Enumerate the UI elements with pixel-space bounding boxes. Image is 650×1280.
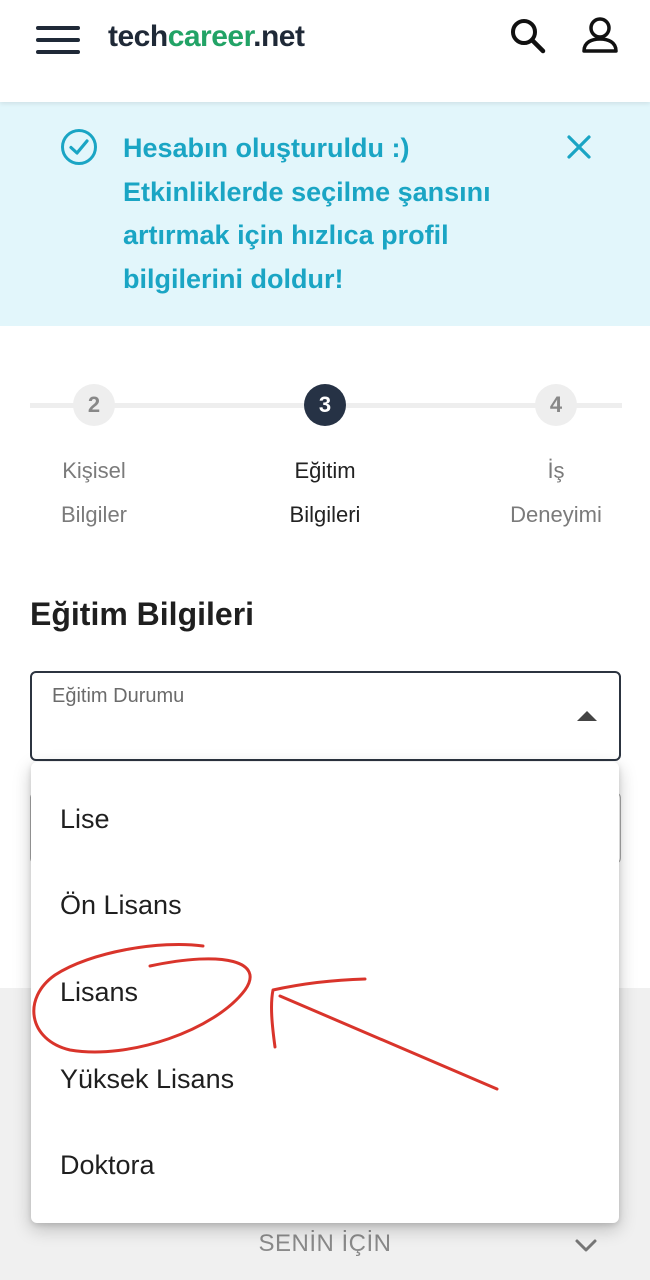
step-2-label: Kişisel Bilgiler [9, 449, 179, 537]
select-label: Eğitim Durumu [52, 685, 185, 707]
step-4-circle[interactable]: 4 [535, 384, 577, 426]
step-label-line: Kişisel [62, 458, 126, 483]
alert-line: artırmak için hızlıca profil [123, 220, 449, 250]
logo[interactable]: techcareer.net [108, 20, 305, 54]
alert-line: Etkinliklerde seçilme şansını [123, 176, 491, 207]
caret-up-icon [577, 711, 597, 721]
footer-section-label[interactable]: SENİN İÇİN [0, 1230, 650, 1258]
logo-net: .net [253, 20, 305, 53]
education-dropdown-menu: Lise Ön Lisans Lisans Yüksek Lisans Dokt… [31, 762, 619, 1223]
search-icon[interactable] [506, 14, 550, 58]
step-3-label: Eğitim Bilgileri [240, 449, 410, 537]
step-label-line: İş [547, 458, 565, 483]
option-lisans[interactable]: Lisans [31, 949, 619, 1035]
step-2-circle[interactable]: 2 [73, 384, 115, 426]
section-title: Eğitim Bilgileri [30, 596, 255, 632]
step-3-circle[interactable]: 3 [304, 384, 346, 426]
option-doktora[interactable]: Doktora [31, 1122, 619, 1208]
check-circle-icon [61, 129, 97, 165]
chevron-down-icon[interactable] [573, 1232, 599, 1258]
alert-line: bilgilerini doldur! [123, 263, 344, 294]
alert-line: Hesabın oluşturuldu :) [123, 133, 410, 163]
top-header: techcareer.net [0, 0, 650, 102]
logo-career: career [167, 20, 254, 53]
menu-icon[interactable] [36, 24, 80, 56]
option-on-lisans[interactable]: Ön Lisans [31, 862, 619, 948]
option-yuksek-lisans[interactable]: Yüksek Lisans [31, 1036, 619, 1122]
step-label-line: Deneyimi [510, 502, 602, 527]
step-label-line: Bilgileri [289, 502, 361, 527]
step-4-label: İş Deneyimi [471, 449, 641, 537]
option-lise[interactable]: Lise [31, 776, 619, 862]
user-icon[interactable] [578, 14, 622, 58]
education-status-select[interactable]: Eğitim Durumu [30, 671, 621, 761]
step-label-line: Eğitim [294, 458, 356, 483]
alert-message: Hesabın oluşturuldu :) Etkinliklerde seç… [123, 127, 523, 301]
logo-tech: tech [108, 20, 168, 53]
close-icon[interactable] [565, 133, 593, 161]
step-label-line: Bilgiler [60, 502, 128, 527]
